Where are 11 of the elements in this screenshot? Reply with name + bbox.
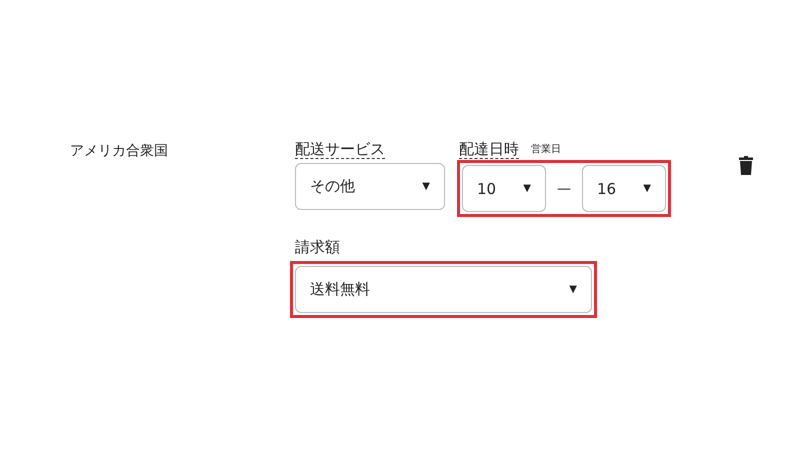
min-days-select[interactable]: 10 ▼: [462, 165, 546, 212]
delivery-time-label: 配達日時: [459, 140, 519, 159]
country-name: アメリカ合衆国: [70, 142, 169, 161]
trash-icon[interactable]: [739, 156, 753, 175]
charge-label: 請求額: [295, 238, 340, 256]
business-days-label: 営業日: [531, 142, 561, 157]
shipping-service-label: 配送サービス: [295, 140, 385, 159]
range-dash: —: [556, 180, 572, 196]
max-days-select[interactable]: 16 ▼: [582, 165, 666, 212]
charge-select[interactable]: 送料無料 ▼: [295, 266, 592, 313]
shipping-service-select[interactable]: その他 ▼: [295, 163, 445, 210]
